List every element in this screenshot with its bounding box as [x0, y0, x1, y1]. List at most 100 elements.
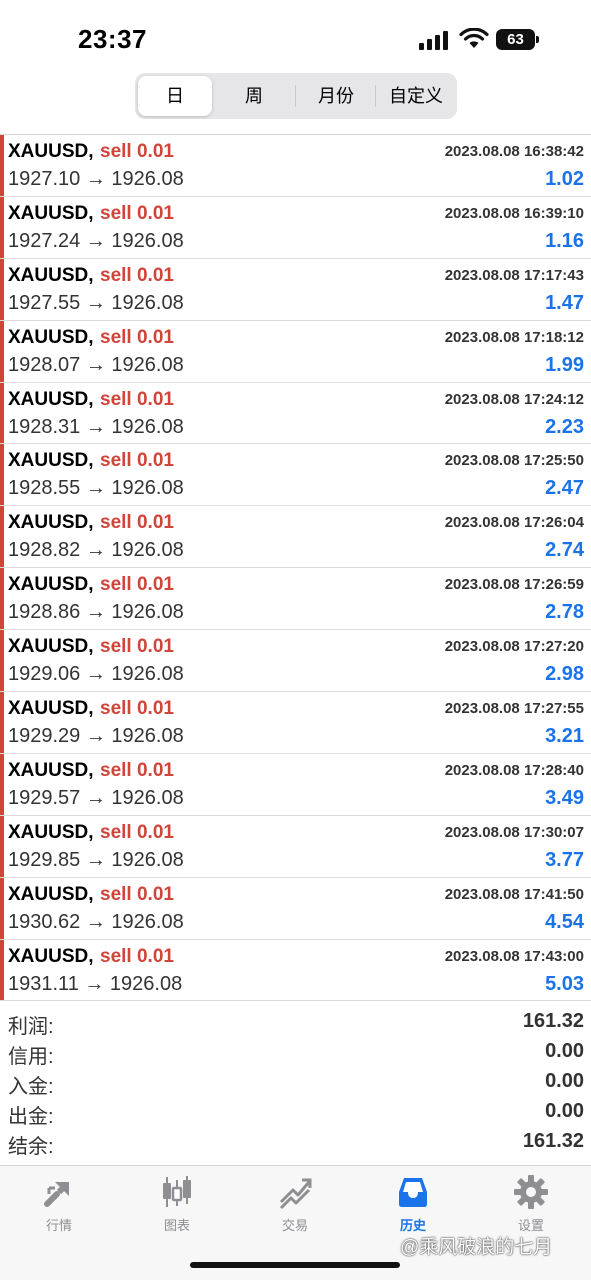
- trade-profit: 1.02: [545, 168, 584, 190]
- tab-history[interactable]: 历史: [354, 1166, 472, 1236]
- summary-row: 入金: 0.00: [0, 1068, 591, 1098]
- trade-time: 2023.08.08 16:39:10: [444, 204, 584, 222]
- trade-prices: 1928.31 → 1926.08: [8, 415, 184, 438]
- trade-time: 2023.08.08 17:17:43: [444, 266, 584, 284]
- trade-row[interactable]: XAUUSD, sell 0.01 2023.08.08 17:18:12 1928.…: [0, 320, 591, 383]
- trade-prices: 1930.62 → 1926.08: [8, 910, 184, 933]
- segment-divider: [375, 85, 376, 107]
- trade-symbol: XAUUSD,: [8, 945, 94, 967]
- tab-quotes-label: 行情: [45, 1218, 72, 1233]
- chart-icon: [163, 1176, 191, 1207]
- trade-profit: 3.49: [545, 786, 584, 809]
- trade-prices: 1929.29 → 1926.08: [8, 725, 184, 748]
- trade-side: sell 0.01: [100, 141, 174, 162]
- trade-prices: 1928.55 → 1926.08: [8, 477, 184, 500]
- sell-marker: [0, 630, 4, 692]
- trade-time: 2023.08.08 17:30:07: [444, 823, 584, 841]
- sell-marker: [0, 753, 4, 815]
- sell-marker: [0, 815, 4, 877]
- trade-row[interactable]: XAUUSD, sell 0.01 2023.08.08 17:27:20 1929.…: [0, 630, 591, 693]
- trade-icon: [279, 1178, 312, 1210]
- trade-time: 2023.08.08 17:24:12: [444, 390, 584, 408]
- trade-row[interactable]: XAUUSD, sell 0.01 2023.08.08 17:28:40 1929.…: [0, 753, 591, 816]
- home-indicator[interactable]: [190, 1262, 400, 1268]
- trade-side: sell 0.01: [100, 388, 174, 410]
- trade-side: sell 0.01: [100, 759, 174, 781]
- tab-chart-label: 图表: [163, 1218, 190, 1233]
- trade-row[interactable]: XAUUSD, sell 0.01 2023.08.08 17:27:55 1929.…: [0, 692, 591, 754]
- trade-side: sell 0.01: [100, 636, 174, 658]
- tab-trade[interactable]: 交易: [236, 1166, 354, 1236]
- trade-time: 2023.08.08 17:26:04: [444, 514, 584, 532]
- battery-icon: 63: [496, 29, 540, 50]
- trade-symbol: XAUUSD,: [8, 450, 94, 472]
- trade-row[interactable]: XAUUSD, sell 0.01 2023.08.08 17:26:59 1928.…: [0, 568, 591, 631]
- sell-marker: [0, 506, 4, 568]
- trade-profit: 5.03: [545, 972, 584, 995]
- trade-row[interactable]: XAUUSD, sell 0.01 2023.08.08 17:41:50 1930.…: [0, 877, 591, 940]
- trade-symbol: XAUUSD,: [8, 636, 94, 658]
- battery-level: 63: [496, 29, 535, 50]
- trade-prices: 1929.06 → 1926.08: [8, 663, 184, 686]
- trade-row[interactable]: XAUUSD, sell 0.01 2023.08.08 17:26:04 1928.…: [0, 506, 591, 569]
- sell-marker: [0, 692, 4, 753]
- settings-icon: [514, 1175, 548, 1209]
- summary-row: 利润: 161.32: [0, 1008, 591, 1038]
- trade-row[interactable]: XAUUSD, sell 0.01 2023.08.08 17:24:12 1928.…: [0, 382, 591, 445]
- summary-value: 0.00: [545, 1070, 584, 1092]
- trade-row[interactable]: XAUUSD, sell 0.01 2023.08.08 16:38:42 1927.…: [0, 135, 591, 197]
- trade-prices: 1928.82 → 1926.08: [8, 539, 184, 562]
- summary-row: 出金: 0.00: [0, 1098, 591, 1128]
- sell-marker: [0, 196, 4, 258]
- tab-settings[interactable]: 设置: [472, 1166, 590, 1236]
- tab-trade-label: 交易: [281, 1218, 308, 1233]
- trade-side: sell 0.01: [100, 264, 174, 286]
- segment-month[interactable]: 月份: [297, 76, 375, 116]
- segment-week[interactable]: 周: [215, 76, 293, 116]
- wifi-icon: [459, 28, 489, 48]
- trade-row[interactable]: XAUUSD, sell 0.01 2023.08.08 17:43:00 1931.…: [0, 939, 591, 1002]
- trade-symbol: XAUUSD,: [8, 821, 94, 843]
- segment-custom[interactable]: 自定义: [377, 76, 455, 116]
- trade-row[interactable]: XAUUSD, sell 0.01 2023.08.08 17:17:43 1927.…: [0, 258, 591, 321]
- trade-side: sell 0.01: [100, 945, 174, 967]
- trade-side: sell 0.01: [100, 698, 174, 720]
- tab-quotes[interactable]: 行情: [0, 1166, 118, 1236]
- summary-row: 信用: 0.00: [0, 1038, 591, 1068]
- status-time: 23:37: [78, 24, 147, 54]
- trade-time: 2023.08.08 17:25:50: [444, 452, 584, 470]
- trade-prices: 1929.57 → 1926.08: [8, 786, 184, 809]
- trade-prices: 1928.86 → 1926.08: [8, 601, 184, 624]
- summary-label: 结余:: [8, 1136, 54, 1158]
- watermark: @乘风破浪的七月: [400, 1237, 553, 1258]
- segment-day[interactable]: 日: [138, 76, 212, 116]
- trade-history-list: XAUUSD, sell 0.01 2023.08.08 16:38:42 1927.…: [0, 135, 591, 1002]
- trade-symbol: XAUUSD,: [8, 388, 94, 410]
- trade-symbol: XAUUSD,: [8, 759, 94, 781]
- trade-row[interactable]: XAUUSD, sell 0.01 2023.08.08 17:25:50 1928.…: [0, 444, 591, 507]
- sell-marker: [0, 877, 4, 939]
- battery-tip: [536, 36, 539, 43]
- trade-profit: 3.21: [545, 725, 584, 748]
- trade-row[interactable]: XAUUSD, sell 0.01 2023.08.08 17:30:07 1929.…: [0, 815, 591, 878]
- sell-marker: [0, 939, 4, 1001]
- trade-time: 2023.08.08 17:27:20: [444, 638, 584, 656]
- trade-profit: 1.16: [545, 229, 584, 252]
- summary-label: 出金:: [8, 1106, 54, 1128]
- trade-profit: 2.47: [545, 477, 584, 500]
- trade-profit: 2.23: [545, 415, 584, 438]
- trade-side: sell 0.01: [100, 512, 174, 534]
- tab-chart[interactable]: 图表: [118, 1166, 236, 1236]
- trade-side: sell 0.01: [100, 326, 174, 348]
- trade-prices: 1927.10 → 1926.08: [8, 168, 184, 190]
- account-summary: 利润: 161.32 信用: 0.00 入金: 0.00 出金: 0.00 结余: 161.32: [0, 1008, 591, 1158]
- quotes-icon: [44, 1181, 70, 1207]
- trade-side: sell 0.01: [100, 202, 174, 224]
- trade-symbol: XAUUSD,: [8, 264, 94, 286]
- summary-value: 161.32: [522, 1010, 584, 1032]
- trade-side: sell 0.01: [100, 450, 174, 472]
- trade-symbol: XAUUSD,: [8, 574, 94, 596]
- sell-marker: [0, 444, 4, 506]
- summary-value: 161.32: [522, 1130, 584, 1152]
- trade-row[interactable]: XAUUSD, sell 0.01 2023.08.08 16:39:10 1927.…: [0, 196, 591, 259]
